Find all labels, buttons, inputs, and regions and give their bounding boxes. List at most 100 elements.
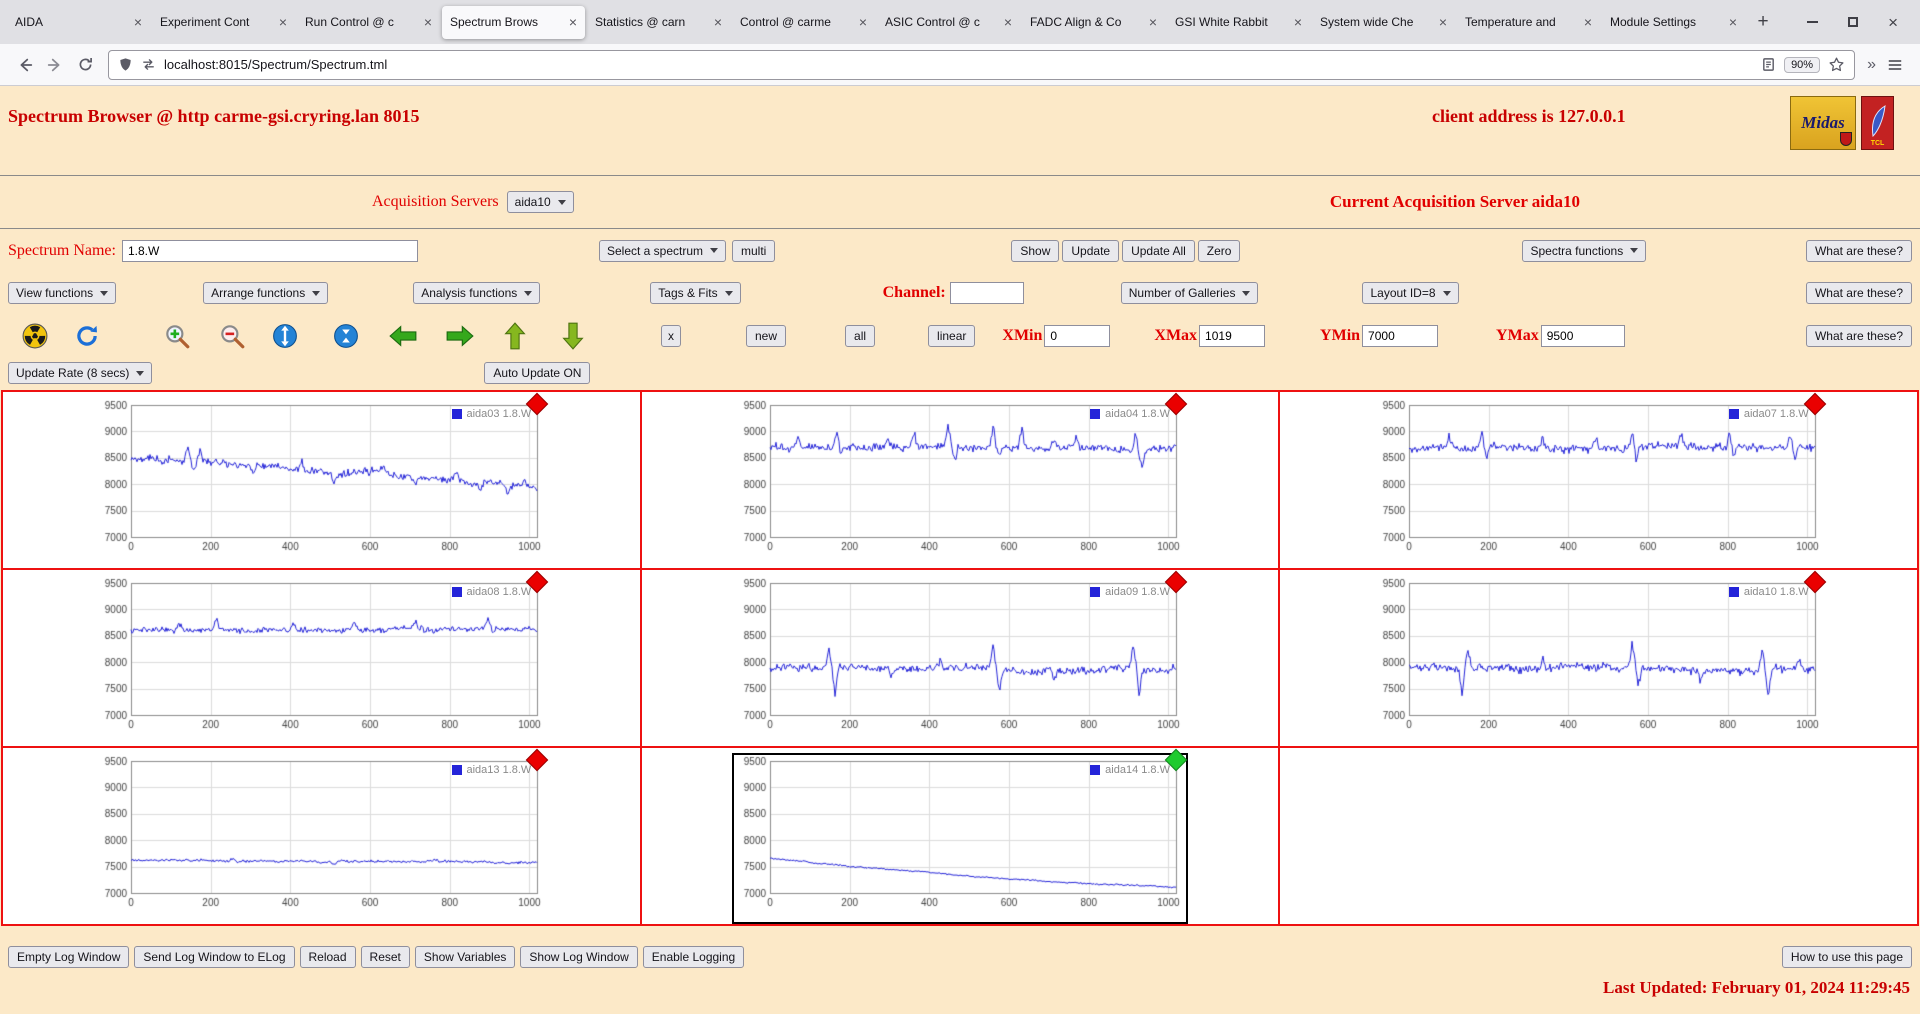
- update-rate-dropdown[interactable]: Update Rate (8 secs): [8, 362, 153, 384]
- ymin-input[interactable]: [1362, 325, 1439, 347]
- pan-down-icon[interactable]: [561, 322, 585, 350]
- how-to-use-button[interactable]: How to use this page: [1781, 946, 1912, 968]
- bookmark-star-icon[interactable]: [1828, 56, 1845, 73]
- spectrum-name-input[interactable]: [121, 239, 418, 262]
- ymax-input[interactable]: [1540, 325, 1625, 347]
- multi-button[interactable]: multi: [732, 239, 776, 262]
- arrange-functions-dropdown[interactable]: Arrange functions: [203, 282, 329, 304]
- enable-logging-button[interactable]: Enable Logging: [642, 946, 745, 968]
- tags-fits-dropdown[interactable]: Tags & Fits: [650, 282, 741, 304]
- browser-tab[interactable]: ASIC Control @ c ×: [877, 6, 1020, 39]
- reload-button[interactable]: Reload: [299, 946, 356, 968]
- reset-button[interactable]: Reset: [360, 946, 410, 968]
- spectrum-chart-aida07[interactable]: aida07 1.8.W: [1372, 392, 1826, 566]
- tab-title: AIDA: [15, 15, 44, 29]
- connection-icon[interactable]: [141, 57, 156, 72]
- browser-tab[interactable]: Spectrum Brows ×: [442, 5, 585, 39]
- tab-close-icon[interactable]: ×: [569, 15, 577, 29]
- xmin-input[interactable]: [1044, 325, 1111, 347]
- y-compress-icon[interactable]: [333, 323, 359, 349]
- chart-legend: aida14 1.8.W: [1090, 764, 1170, 776]
- legend-label: aida03 1.8.W: [466, 408, 532, 420]
- spectrum-chart-aida08[interactable]: aida08 1.8.W: [95, 570, 549, 744]
- all-button[interactable]: all: [845, 325, 876, 347]
- url-text[interactable]: localhost:8015/Spectrum/Spectrum.tml: [164, 57, 1753, 72]
- what-are-these-button[interactable]: What are these?: [1805, 282, 1912, 304]
- browser-tab[interactable]: Temperature and ×: [1457, 6, 1600, 39]
- url-bar[interactable]: localhost:8015/Spectrum/Spectrum.tml 90%: [108, 49, 1856, 80]
- spectrum-chart-aida09[interactable]: aida09 1.8.W: [733, 570, 1188, 744]
- tab-close-icon[interactable]: ×: [1294, 15, 1302, 29]
- zoom-level-badge[interactable]: 90%: [1784, 56, 1821, 73]
- linear-button[interactable]: linear: [928, 325, 976, 347]
- pan-right-icon[interactable]: [446, 324, 474, 348]
- zoom-in-icon[interactable]: [163, 322, 191, 350]
- maximize-button[interactable]: [1848, 17, 1859, 27]
- spectra-functions-dropdown[interactable]: Spectra functions: [1522, 239, 1647, 262]
- select-spectrum-dropdown[interactable]: Select a spectrum: [598, 239, 727, 262]
- tab-close-icon[interactable]: ×: [859, 15, 867, 29]
- spectrum-chart-aida14[interactable]: aida14 1.8.W: [731, 748, 1188, 924]
- zoom-out-icon[interactable]: [218, 322, 246, 350]
- xmax-input[interactable]: [1199, 325, 1266, 347]
- send-log-window-to-elog-button[interactable]: Send Log Window to ELog: [134, 946, 295, 968]
- pan-left-icon[interactable]: [389, 324, 417, 348]
- show-log-window-button[interactable]: Show Log Window: [520, 946, 638, 968]
- browser-tab[interactable]: Control @ carme ×: [732, 6, 875, 39]
- tab-close-icon[interactable]: ×: [134, 15, 142, 29]
- spectrum-chart-aida13[interactable]: aida13 1.8.W: [95, 748, 549, 922]
- browser-tab[interactable]: AIDA ×: [7, 6, 150, 39]
- spectrum-chart-aida03[interactable]: aida03 1.8.W: [95, 392, 549, 566]
- radiation-icon[interactable]: [22, 323, 48, 349]
- channel-input[interactable]: [949, 282, 1024, 304]
- tab-close-icon[interactable]: ×: [1729, 15, 1737, 29]
- minimize-button[interactable]: [1807, 21, 1819, 23]
- menu-button[interactable]: [1880, 50, 1910, 80]
- new-tab-button[interactable]: +: [1748, 7, 1778, 37]
- show-button[interactable]: Show: [1011, 239, 1060, 262]
- x-button[interactable]: x: [661, 325, 681, 347]
- spectrum-plot-canvas: [733, 399, 1186, 561]
- spectrum-chart-aida04[interactable]: aida04 1.8.W: [733, 392, 1188, 566]
- show-variables-button[interactable]: Show Variables: [414, 946, 516, 968]
- update-refresh-icon[interactable]: [74, 323, 100, 349]
- tab-close-icon[interactable]: ×: [1439, 15, 1447, 29]
- tab-close-icon[interactable]: ×: [424, 15, 432, 29]
- zero-button[interactable]: Zero: [1197, 239, 1241, 262]
- tab-close-icon[interactable]: ×: [1004, 15, 1012, 29]
- reader-view-icon[interactable]: [1761, 57, 1776, 72]
- pan-up-icon[interactable]: [503, 322, 527, 350]
- auto-update-button[interactable]: Auto Update ON: [484, 362, 591, 384]
- forward-button[interactable]: [40, 50, 70, 80]
- view-functions-dropdown[interactable]: View functions: [8, 282, 117, 304]
- browser-tab[interactable]: GSI White Rabbit ×: [1167, 6, 1310, 39]
- update-all-button[interactable]: Update All: [1122, 239, 1195, 262]
- update-button[interactable]: Update: [1062, 239, 1120, 262]
- empty-log-window-button[interactable]: Empty Log Window: [8, 946, 130, 968]
- tab-close-icon[interactable]: ×: [714, 15, 722, 29]
- browser-tab[interactable]: Statistics @ carn ×: [587, 6, 730, 39]
- browser-tab[interactable]: Module Settings ×: [1602, 6, 1745, 39]
- reload-button[interactable]: [70, 50, 100, 80]
- new-button[interactable]: new: [746, 325, 787, 347]
- analysis-functions-dropdown[interactable]: Analysis functions: [413, 282, 541, 304]
- tab-close-icon[interactable]: ×: [279, 15, 287, 29]
- toolbar-overflow-button[interactable]: »: [1863, 56, 1880, 74]
- browser-tab[interactable]: Experiment Cont ×: [152, 6, 295, 39]
- layout-id-dropdown[interactable]: Layout ID=8: [1362, 282, 1459, 304]
- window-close-button[interactable]: ×: [1888, 14, 1898, 31]
- spectrum-gallery: aida03 1.8.W aida04 1.8.W aida07 1.8.W aida…: [1, 390, 1919, 926]
- tab-close-icon[interactable]: ×: [1584, 15, 1592, 29]
- y-expand-icon[interactable]: [272, 323, 298, 349]
- what-are-these-button[interactable]: What are these?: [1805, 325, 1912, 347]
- number-of-galleries-dropdown[interactable]: Number of Galleries: [1120, 282, 1259, 304]
- back-button[interactable]: [10, 50, 40, 80]
- spectrum-chart-aida10[interactable]: aida10 1.8.W: [1372, 570, 1826, 744]
- browser-tab[interactable]: FADC Align & Co ×: [1022, 6, 1165, 39]
- what-are-these-button[interactable]: What are these?: [1805, 239, 1912, 262]
- browser-tab[interactable]: Run Control @ c ×: [297, 6, 440, 39]
- tab-close-icon[interactable]: ×: [1149, 15, 1157, 29]
- acquisition-server-select[interactable]: aida10: [506, 191, 574, 213]
- browser-tab[interactable]: System wide Che ×: [1312, 6, 1455, 39]
- tracking-shield-icon[interactable]: [118, 57, 133, 72]
